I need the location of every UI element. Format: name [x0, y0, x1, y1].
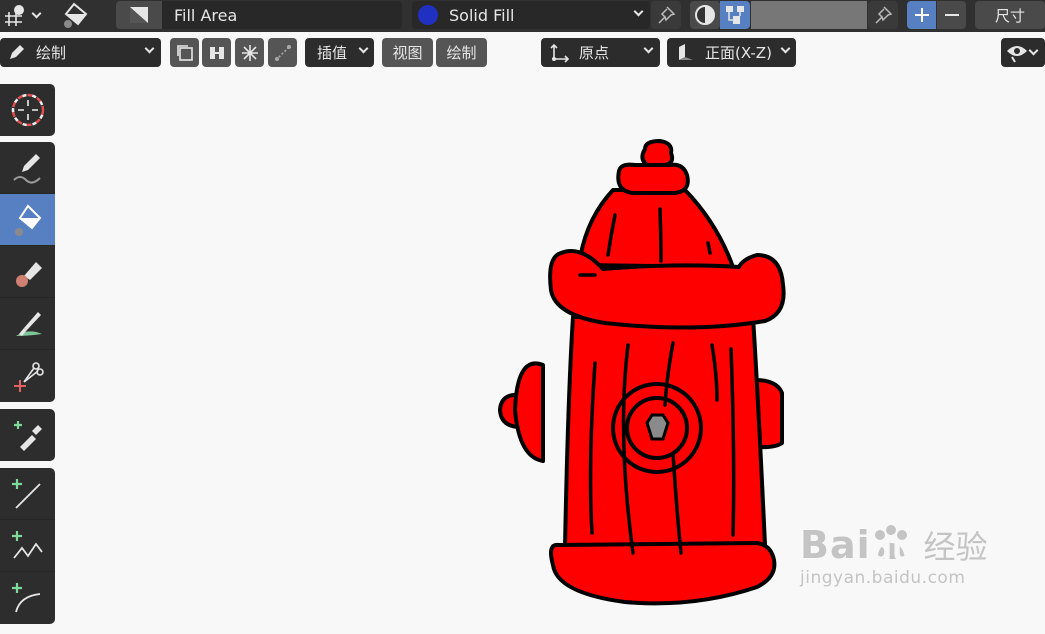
size-label: 尺寸 [994, 6, 1025, 25]
arc-icon [11, 583, 40, 613]
polyline-tool[interactable] [0, 520, 55, 572]
eraser-icon [15, 261, 42, 287]
tool-settings-bar: 绘制 插值 视图 绘制 原点 正面(X-Z) [0, 32, 1045, 74]
mode-label: 绘制 [36, 44, 67, 62]
editor-type-selector[interactable] [2, 2, 44, 28]
material-slot-field[interactable] [751, 1, 867, 29]
hydrant-base [549, 541, 777, 606]
snap-button[interactable] [235, 38, 264, 67]
interpolate-dropdown[interactable]: 插值 [305, 38, 374, 67]
chevron-down-icon [643, 43, 654, 54]
node-button[interactable] [720, 1, 750, 29]
overlay-dropdown[interactable] [1001, 38, 1045, 67]
cursor-crosshair-icon [11, 93, 44, 127]
chevron-down-icon [780, 43, 791, 54]
pin-slot-button[interactable] [868, 1, 898, 29]
draw-menu-label: 绘制 [446, 44, 477, 62]
draw-menu[interactable]: 绘制 [436, 38, 487, 67]
tool-header: Fill Area Solid Fill 尺寸 [0, 0, 1045, 32]
add-slot-button[interactable] [907, 1, 936, 29]
hydrant-left-cap [513, 361, 545, 463]
chevron-down-icon [1028, 45, 1039, 56]
plus-icon [914, 8, 929, 22]
cursor-tool[interactable] [0, 84, 55, 136]
pin-icon [658, 6, 676, 24]
cutter-tool[interactable] [0, 350, 55, 402]
tint-tool[interactable] [0, 298, 55, 350]
remove-slot-button[interactable] [937, 1, 966, 29]
shading-sphere-icon [695, 5, 715, 25]
grease-pencil-mode-icon [5, 5, 24, 26]
plane-dropdown[interactable]: 正面(X-Z) [667, 38, 796, 67]
chevron-down-icon [633, 6, 644, 17]
eyedropper-tool[interactable] [0, 409, 55, 461]
draw-pencil-icon [12, 153, 41, 184]
plane-label: 正面(X-Z) [705, 44, 772, 62]
size-field[interactable]: 尺寸 [975, 1, 1045, 29]
erase-tool[interactable] [0, 246, 55, 298]
pin-material-button[interactable] [651, 1, 681, 29]
hydrant-bolt [645, 413, 670, 441]
scissors-icon [13, 362, 44, 392]
minus-icon [944, 14, 959, 16]
node-tree-icon [726, 6, 744, 24]
paint-bucket-icon [64, 2, 88, 28]
origin-dropdown[interactable]: 原点 [541, 38, 660, 67]
transform-axes-icon [550, 43, 570, 63]
mode-dropdown[interactable]: 绘制 [0, 38, 161, 67]
snowflake-icon [241, 44, 258, 61]
hydrant-drawing [498, 139, 786, 606]
line-icon [11, 478, 41, 509]
watermark: Bai du 经验 jingyan.baidu.com [800, 522, 988, 588]
polyline-icon [11, 530, 43, 559]
watermark-url: jingyan.baidu.com [800, 568, 966, 588]
hydrant-top-collar [616, 162, 690, 195]
eyedropper-icon [13, 421, 42, 451]
curve-guide-icon [274, 44, 291, 61]
interpolate-label: 插值 [317, 44, 348, 62]
material-selector[interactable]: Solid Fill [412, 1, 650, 29]
primitive-tool-group [0, 468, 55, 624]
watermark-du: du [870, 532, 914, 568]
pin-icon [875, 6, 893, 24]
multiframe-button[interactable] [170, 38, 199, 67]
material-color-swatch [418, 5, 438, 25]
hydrant-top-nut [640, 139, 675, 167]
fill-brush-icon [130, 7, 148, 23]
fill-tool[interactable] [0, 194, 55, 246]
view-menu[interactable]: 视图 [382, 38, 433, 67]
chevron-down-icon [31, 8, 42, 18]
pencil-icon [10, 44, 24, 59]
guide-button[interactable] [268, 38, 297, 67]
draw-tool-group [0, 142, 55, 402]
hydrant-dome [577, 188, 735, 269]
arc-tool[interactable] [0, 572, 55, 624]
eye-icon [1007, 45, 1027, 63]
line-tool[interactable] [0, 468, 55, 520]
material-preview-button[interactable] [690, 1, 720, 29]
active-tool-icon [60, 0, 96, 30]
eyedropper-tool-group [0, 409, 55, 461]
watermark-cn: 经验 [923, 528, 988, 566]
merge-icon [209, 46, 224, 59]
brush-selector[interactable]: Fill Area [116, 1, 402, 29]
tint-brush-icon [15, 311, 42, 336]
view-menu-label: 视图 [392, 44, 423, 62]
chevron-down-icon [358, 43, 369, 54]
brush-name: Fill Area [174, 5, 238, 25]
layers-icon [176, 44, 193, 61]
watermark-brand: Bai [800, 523, 871, 567]
paint-bucket-icon [14, 203, 41, 236]
cursor-tool-group [0, 84, 55, 136]
brush-preview[interactable] [116, 1, 162, 29]
auto-merge-button[interactable] [202, 38, 231, 67]
origin-label: 原点 [579, 44, 610, 62]
chevron-down-icon [144, 43, 155, 54]
material-name: Solid Fill [449, 5, 515, 25]
plane-icon [679, 43, 693, 60]
draw-tool[interactable] [0, 142, 55, 194]
